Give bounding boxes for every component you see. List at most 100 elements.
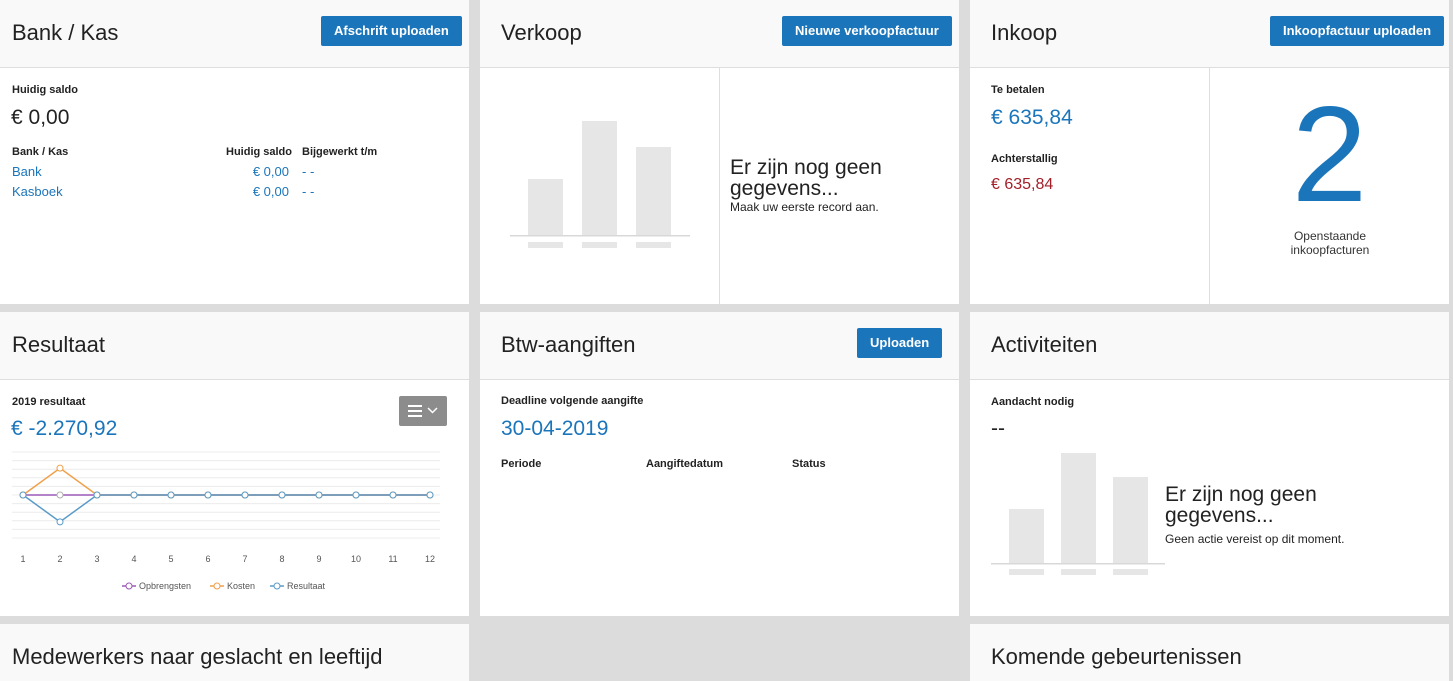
upload-statement-button[interactable]: Afschrift uploaden (321, 16, 462, 46)
result-card-header: Resultaat (0, 312, 469, 380)
table-header-balance: Huidig saldo (226, 146, 292, 158)
vat-deadline-label: Deadline volgende aangifte (501, 395, 644, 407)
x-tick-label: 11 (388, 554, 397, 564)
vat-header-filing-date: Aangiftedatum (646, 458, 723, 470)
series-line-resultaat (22, 494, 430, 523)
account-link-kasboek[interactable]: Kasboek (12, 184, 63, 199)
legend-label: Opbrengsten (139, 581, 191, 591)
account-balance-kasboek: € 0,00 (252, 184, 289, 199)
to-pay-value[interactable]: € 635,84 (991, 106, 1073, 130)
to-pay-label: Te betalen (991, 84, 1045, 96)
year-result-value[interactable]: € -2.270,92 (11, 417, 117, 441)
vat-upload-button[interactable]: Uploaden (857, 328, 943, 358)
vat-card-title: Btw-aangiften (501, 332, 636, 357)
sales-empty-title: Er zijn nog geen gegevens... (730, 156, 882, 200)
events-card-header: Komende gebeurtenissen (970, 624, 1449, 681)
placeholder-bar (636, 147, 671, 236)
activities-card-title: Activiteiten (991, 332, 1098, 357)
bank-card-title: Bank / Kas (12, 20, 119, 45)
x-tick-label: 3 (94, 554, 99, 564)
account-balance-bank: € 0,00 (252, 164, 289, 179)
current-balance-label: Huidig saldo (12, 84, 78, 96)
new-sales-invoice-button[interactable]: Nieuwe verkoopfactuur (782, 16, 952, 46)
current-balance-value: € 0,00 (11, 106, 70, 129)
data-point (352, 491, 360, 499)
purchase-card: Inkoop Inkoopfactuur uploaden Te betalen… (970, 0, 1449, 304)
result-card-title: Resultaat (12, 332, 105, 357)
chart-menu-button[interactable] (399, 396, 447, 426)
result-line-chart: 1 2 3 4 5 6 7 8 9 10 11 12Opbrengsten Kosten Resultaa… (12, 451, 440, 591)
x-tick-label: 10 (351, 554, 361, 564)
x-tick-label: 4 (131, 554, 136, 564)
placeholder-label (1113, 569, 1148, 575)
bank-card-header: Bank / Kas Afschrift uploaden (0, 0, 469, 68)
vat-header-status: Status (792, 458, 826, 470)
placeholder-label (528, 242, 563, 248)
data-point (315, 491, 323, 499)
table-header-updated: Bijgewerkt t/m (302, 146, 378, 158)
data-point (204, 491, 212, 499)
data-point (19, 491, 27, 499)
empty-chart-placeholder (510, 121, 690, 248)
data-point (56, 464, 64, 472)
bank-card: Bank / Kas Afschrift uploaden Huidig sal… (0, 0, 469, 304)
placeholder-label (582, 242, 617, 248)
vat-header-period: Periode (501, 458, 542, 470)
overdue-value[interactable]: € 635,84 (991, 176, 1053, 194)
activities-empty-title: Er zijn nog geen gegevens... (1165, 483, 1317, 527)
placeholder-label (1061, 569, 1096, 575)
data-point (278, 491, 286, 499)
x-tick-label: 1 (20, 554, 25, 564)
activities-card-header: Activiteiten (970, 312, 1449, 380)
table-header-account: Bank / Kas (12, 146, 69, 158)
year-result-label: 2019 resultaat (12, 396, 86, 408)
divider (719, 68, 720, 304)
open-invoices-label: Openstaande inkoopfacturen (1290, 229, 1370, 257)
x-tick-label: 6 (205, 554, 210, 564)
events-card: Komende gebeurtenissen (970, 624, 1449, 681)
x-tick-label: 5 (168, 554, 173, 564)
placeholder-axis (510, 235, 690, 237)
overdue-label: Achterstallig (991, 153, 1058, 165)
placeholder-label (636, 242, 671, 248)
sales-card-header: Verkoop Nieuwe verkoopfactuur (480, 0, 959, 68)
data-point (241, 491, 249, 499)
attention-label: Aandacht nodig (991, 396, 1075, 408)
x-tick-label: 12 (425, 554, 435, 564)
employees-card-title: Medewerkers naar geslacht en leeftijd (12, 644, 383, 669)
placeholder-axis (991, 563, 1165, 565)
account-updated-bank: - - (302, 164, 315, 179)
x-tick-label: 8 (279, 554, 284, 564)
data-point (56, 518, 64, 526)
data-point (93, 491, 101, 499)
account-link-bank[interactable]: Bank (12, 164, 42, 179)
employees-card-header: Medewerkers naar geslacht en leeftijd (0, 624, 469, 681)
open-invoices-count[interactable]: 2 (1210, 84, 1449, 224)
x-tick-label: 7 (242, 554, 247, 564)
vat-deadline-value: 30-04-2019 (501, 417, 609, 440)
series-line-kosten (22, 467, 430, 496)
activities-empty-subtitle: Geen actie vereist op dit moment. (1165, 532, 1345, 546)
x-tick-label: 9 (316, 554, 321, 564)
sales-empty-subtitle: Maak uw eerste record aan. (730, 200, 879, 214)
data-point (426, 491, 434, 499)
legend-label: Kosten (227, 581, 255, 591)
data-point (130, 491, 138, 499)
purchase-card-title: Inkoop (991, 20, 1058, 45)
account-updated-kasboek: - - (302, 184, 315, 199)
placeholder-label (1009, 569, 1044, 575)
legend-marker (213, 582, 221, 590)
employees-card: Medewerkers naar geslacht en leeftijd (0, 624, 469, 681)
data-point (167, 491, 175, 499)
result-card: Resultaat 2019 resultaat € -2.270,92 123… (0, 312, 469, 616)
data-point (56, 491, 64, 499)
placeholder-bar (1061, 453, 1096, 564)
events-card-title: Komende gebeurtenissen (991, 644, 1242, 669)
sales-card: Verkoop Nieuwe verkoopfactuur Er zijn no… (480, 0, 959, 304)
activities-card: Activiteiten Aandacht nodig -- Er zijn n… (970, 312, 1449, 616)
data-point (389, 491, 397, 499)
purchase-card-header: Inkoop Inkoopfactuur uploaden (970, 0, 1449, 68)
x-tick-label: 2 (57, 554, 62, 564)
upload-purchase-invoice-button[interactable]: Inkoopfactuur uploaden (1270, 16, 1445, 46)
sales-card-title: Verkoop (501, 20, 582, 45)
